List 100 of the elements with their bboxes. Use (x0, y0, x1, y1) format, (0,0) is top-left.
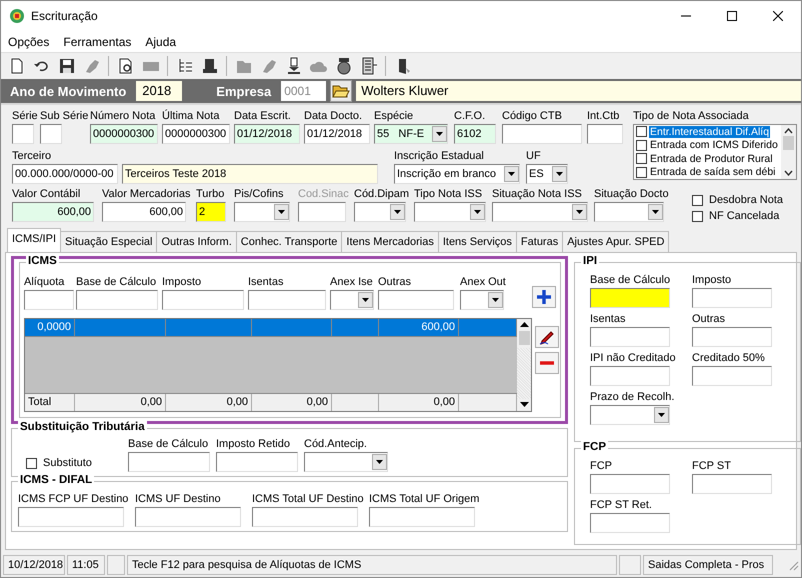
folder-icon (332, 83, 350, 99)
list-item[interactable]: Entrada de saída sem débi (634, 166, 781, 179)
dropdown-arrow-icon (492, 298, 499, 302)
checkbox[interactable] (692, 210, 703, 222)
dropdown[interactable]: 55 NF-E (374, 124, 448, 144)
field-label: Data Escrit. (234, 109, 291, 124)
tab[interactable]: ICMS/IPI (7, 228, 62, 252)
scroll-down-icon[interactable] (520, 402, 528, 408)
field-label: Valor Contábil (12, 187, 80, 202)
input-field[interactable] (162, 290, 244, 310)
input-field[interactable]: 6102 (454, 124, 496, 144)
company-code-field[interactable]: 0001 (281, 81, 326, 101)
group-title: ICMS (26, 255, 59, 267)
dropdown[interactable] (460, 290, 504, 310)
tab[interactable]: Ajustes Apur. SPED (562, 231, 670, 252)
stamp-icon (200, 57, 218, 75)
total-cell: Total (25, 394, 75, 411)
input-field[interactable] (128, 452, 210, 472)
scrollbar-thumb[interactable] (518, 331, 530, 345)
add-button[interactable] (532, 286, 556, 308)
checkbox[interactable] (26, 458, 37, 468)
input-field[interactable] (40, 124, 62, 144)
field-label: Inscrição Estadual (394, 149, 484, 164)
dropdown[interactable] (354, 202, 406, 222)
grid-row[interactable]: 0,0000 600,00 (25, 319, 517, 337)
input-field[interactable] (590, 327, 670, 347)
input-field[interactable] (369, 507, 475, 527)
input-field[interactable]: 2 (196, 202, 226, 222)
edit-button[interactable] (535, 326, 559, 348)
input-field[interactable] (692, 288, 772, 308)
group-title: ICMS - DIFAL (18, 474, 94, 486)
field-label: Turbo (196, 187, 224, 202)
input-field[interactable]: 0000000300 (90, 124, 158, 144)
dropdown[interactable]: Inscrição em branco (394, 164, 520, 184)
resize-grip-icon (787, 559, 799, 571)
input-field[interactable]: Terceiros Teste 2018 (122, 164, 378, 184)
input-field[interactable] (590, 513, 670, 533)
dropdown[interactable] (414, 202, 486, 222)
list-icon (360, 57, 378, 75)
menu-item[interactable]: Ajuda (145, 34, 176, 48)
menu-item[interactable]: Ferramentas (63, 34, 132, 48)
field-label: ICMS Total UF Destino (252, 492, 364, 507)
field-label: Base de Cálculo (590, 273, 670, 288)
input-field[interactable]: 00.000.000/0000-00 (12, 164, 118, 184)
input-field[interactable] (590, 366, 670, 386)
field-label: FCP ST (692, 459, 731, 474)
input-field[interactable] (378, 290, 454, 310)
input-field[interactable] (135, 507, 241, 527)
field-label: Isentas (590, 312, 626, 327)
list-item[interactable]: Entrada de Produtor Rural (634, 152, 781, 166)
scrollbar-thumb[interactable] (783, 136, 794, 150)
input-field[interactable] (24, 290, 74, 310)
group-title: IPI (581, 255, 600, 267)
input-field[interactable] (692, 327, 772, 347)
input-field[interactable] (502, 124, 582, 144)
dropdown-arrow-icon (362, 298, 369, 302)
dropdown[interactable] (330, 290, 374, 310)
year-field[interactable]: 2018 (136, 81, 182, 101)
input-field[interactable] (692, 474, 772, 494)
input-field[interactable]: 600,00 (102, 202, 186, 222)
remove-button[interactable] (535, 352, 559, 374)
scroll-down-icon[interactable] (784, 170, 793, 176)
input-field[interactable]: 01/12/2018 (234, 124, 300, 144)
input-field[interactable] (252, 507, 358, 527)
menu-item[interactable]: Opções (8, 34, 50, 48)
dropdown[interactable] (594, 202, 664, 222)
checkbox[interactable] (692, 194, 703, 206)
input-field[interactable]: 0000000300 (162, 124, 230, 144)
open-folder-button[interactable] (330, 80, 352, 102)
input-field[interactable] (12, 124, 34, 144)
input-field[interactable]: 600,00 (12, 202, 94, 222)
input-field[interactable] (76, 290, 158, 310)
dropdown[interactable]: ES (526, 164, 568, 184)
list-item[interactable]: Entrada com ICMS Diferido (634, 138, 781, 152)
dropdown-arrow-icon (556, 172, 563, 176)
total-cell: 0,00 (252, 394, 332, 411)
scrollbar[interactable] (781, 125, 796, 179)
input-field[interactable]: 01/12/2018 (304, 124, 370, 144)
dropdown[interactable] (590, 405, 670, 425)
input-field[interactable] (216, 452, 298, 472)
status-panel: 11:05 (67, 555, 105, 575)
scrollbar[interactable] (517, 319, 531, 411)
input-field[interactable] (587, 124, 623, 144)
company-name-field[interactable]: Wolters Kluwer (356, 81, 801, 101)
input-field[interactable] (692, 366, 772, 386)
dropdown[interactable] (492, 202, 588, 222)
dropdown[interactable] (234, 202, 290, 222)
input-field[interactable] (590, 288, 670, 308)
field-label: Creditado 50% (692, 351, 765, 366)
scroll-up-icon[interactable] (520, 322, 528, 328)
input-field[interactable] (248, 290, 326, 310)
field-label: Prazo de Recolh. (590, 390, 674, 405)
dropdown-arrow-icon (394, 210, 401, 214)
input-field[interactable] (18, 507, 124, 527)
field-label: ICMS Total UF Origem (369, 492, 480, 507)
field-label: Valor Mercadorias (102, 187, 190, 202)
dropdown[interactable] (304, 452, 388, 472)
scroll-up-icon[interactable] (784, 128, 793, 134)
input-field[interactable] (590, 474, 670, 494)
field-label: Sub Série (40, 109, 88, 124)
